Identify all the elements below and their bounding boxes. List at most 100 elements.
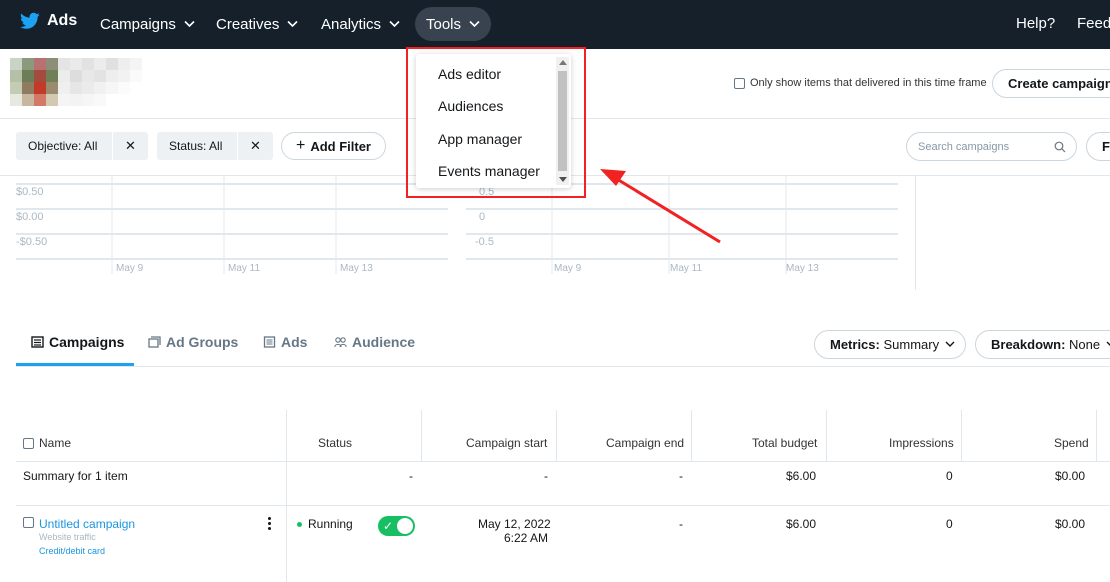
running-dot-icon <box>297 522 302 528</box>
tab-campaigns[interactable]: Campaigns <box>31 334 124 350</box>
brand-label: Ads <box>47 12 78 29</box>
filter-options-button[interactable]: F <box>1086 132 1110 161</box>
twitter-bird-icon <box>20 12 40 29</box>
search-input[interactable]: Search campaigns <box>906 132 1077 161</box>
header-campaign-end[interactable]: Campaign end <box>606 436 684 450</box>
summary-impressions: 0 <box>946 469 953 483</box>
tab-ads-label: Ads <box>281 334 308 350</box>
x-tick-label: May 9 <box>554 263 582 274</box>
metrics-dropdown[interactable]: Metrics: Summary <box>814 330 966 359</box>
nav-analytics[interactable]: Analytics <box>310 7 411 41</box>
chevron-down-icon <box>287 20 298 28</box>
header-campaign-start[interactable]: Campaign start <box>466 436 547 450</box>
more-options-icon[interactable] <box>268 517 271 530</box>
campaign-objective: Website traffic <box>39 532 96 542</box>
search-placeholder: Search campaigns <box>918 140 1010 153</box>
plus-icon: + <box>295 137 306 154</box>
nav-campaigns[interactable]: Campaigns <box>89 7 206 41</box>
x-tick-label: May 9 <box>116 263 144 274</box>
payment-method-link[interactable]: Credit/debit card <box>39 546 105 556</box>
column-divider <box>556 410 557 462</box>
chart-divider <box>915 176 916 290</box>
x-tick-label: May 11 <box>228 263 261 274</box>
nav-tools[interactable]: Tools <box>415 7 492 41</box>
close-icon[interactable]: ✕ <box>112 132 148 160</box>
summary-start: - <box>544 469 548 483</box>
header-spend[interactable]: Spend <box>1054 436 1089 450</box>
campaign-budget: $6.00 <box>786 517 817 531</box>
tabs-divider <box>16 366 1110 367</box>
tab-campaigns-label: Campaigns <box>49 334 125 350</box>
nav-analytics-label: Analytics <box>321 15 382 33</box>
table-frozen-divider <box>286 410 287 582</box>
tab-ads[interactable]: Ads <box>263 334 307 350</box>
metrics-label: Metrics: Summary <box>830 337 939 352</box>
column-divider <box>826 410 827 462</box>
breakdown-label: Breakdown: None <box>991 337 1100 352</box>
ads-logo[interactable]: Ads <box>20 12 77 30</box>
close-icon[interactable]: ✕ <box>237 132 273 160</box>
search-icon <box>1054 141 1066 153</box>
delivered-checkbox[interactable] <box>734 77 745 89</box>
summary-end: - <box>679 469 683 483</box>
filter-chip-label: Objective: All <box>28 139 98 153</box>
column-divider <box>1096 410 1097 462</box>
delivered-label: Only show items that delivered in this t… <box>750 77 987 89</box>
column-divider <box>421 410 422 462</box>
campaign-start-date: May 12, 2022 <box>478 517 551 531</box>
audience-icon <box>334 337 347 348</box>
breakdown-value: None <box>1069 337 1101 352</box>
ad-groups-icon <box>148 336 161 348</box>
header-impressions[interactable]: Impressions <box>889 436 954 450</box>
y-tick-label: $0.50 <box>16 186 44 198</box>
column-divider <box>961 410 962 462</box>
summary-status: - <box>409 469 413 483</box>
check-icon: ✓ <box>383 519 394 533</box>
add-filter-button[interactable]: + Add Filter <box>281 132 386 160</box>
metrics-label-text: Metrics: <box>830 337 880 352</box>
filter-chip-status[interactable]: Status: All ✕ <box>157 132 273 160</box>
chevron-down-icon <box>945 341 955 347</box>
header-name[interactable]: Name <box>23 436 71 450</box>
chevron-down-icon <box>184 20 195 28</box>
y-tick-label: $0.00 <box>16 211 44 223</box>
annotation-arrow-icon <box>600 169 721 244</box>
row-checkbox[interactable] <box>23 517 34 528</box>
delivered-filter[interactable]: Only show items that delivered in this t… <box>734 77 987 89</box>
nav-creatives-label: Creatives <box>216 15 280 33</box>
header-status[interactable]: Status <box>318 436 352 450</box>
chevron-down-icon <box>1106 341 1110 346</box>
campaign-name-link[interactable]: Untitled campaign <box>39 517 135 531</box>
top-navigation: Ads Campaigns Creatives Analytics Tools … <box>0 0 1110 49</box>
tab-audience[interactable]: Audience <box>334 334 415 350</box>
campaign-toggle[interactable]: ✓ <box>378 516 415 536</box>
y-tick-label: -$0.50 <box>16 236 48 248</box>
status-label: Running <box>308 517 353 531</box>
create-campaign-button[interactable]: Create campaign <box>992 69 1110 98</box>
row-divider <box>16 505 1110 506</box>
breakdown-label-text: Breakdown: <box>991 337 1066 352</box>
tab-ad-groups-label: Ad Groups <box>166 334 239 350</box>
header-total-budget[interactable]: Total budget <box>752 436 817 450</box>
column-divider <box>691 410 692 462</box>
help-link[interactable]: Help? <box>1016 15 1055 32</box>
row-divider <box>16 461 1110 462</box>
campaign-start-time: 6:22 AM <box>504 531 549 545</box>
y-tick-label: 0 <box>479 211 486 223</box>
select-all-checkbox[interactable] <box>23 437 34 449</box>
nav-creatives[interactable]: Creatives <box>205 7 309 41</box>
nav-campaigns-label: Campaigns <box>100 15 176 33</box>
campaign-impressions: 0 <box>946 517 953 531</box>
chevron-down-icon <box>469 20 480 28</box>
spend-chart-grid <box>16 176 448 274</box>
annotation-highlight-box <box>406 47 586 198</box>
spend-chart: $0.50 $0.00 -$0.50 May 9 May 11 May 13 <box>16 176 448 276</box>
filter-chip-objective[interactable]: Objective: All ✕ <box>16 132 148 160</box>
breakdown-dropdown[interactable]: Breakdown: None <box>975 330 1110 359</box>
campaigns-icon <box>31 336 44 348</box>
x-tick-label: May 13 <box>340 263 373 274</box>
tab-ad-groups[interactable]: Ad Groups <box>148 334 238 350</box>
summary-label: Summary for 1 item <box>23 469 128 483</box>
feedback-link[interactable]: Feedback <box>1077 15 1110 32</box>
account-avatar <box>10 58 142 106</box>
